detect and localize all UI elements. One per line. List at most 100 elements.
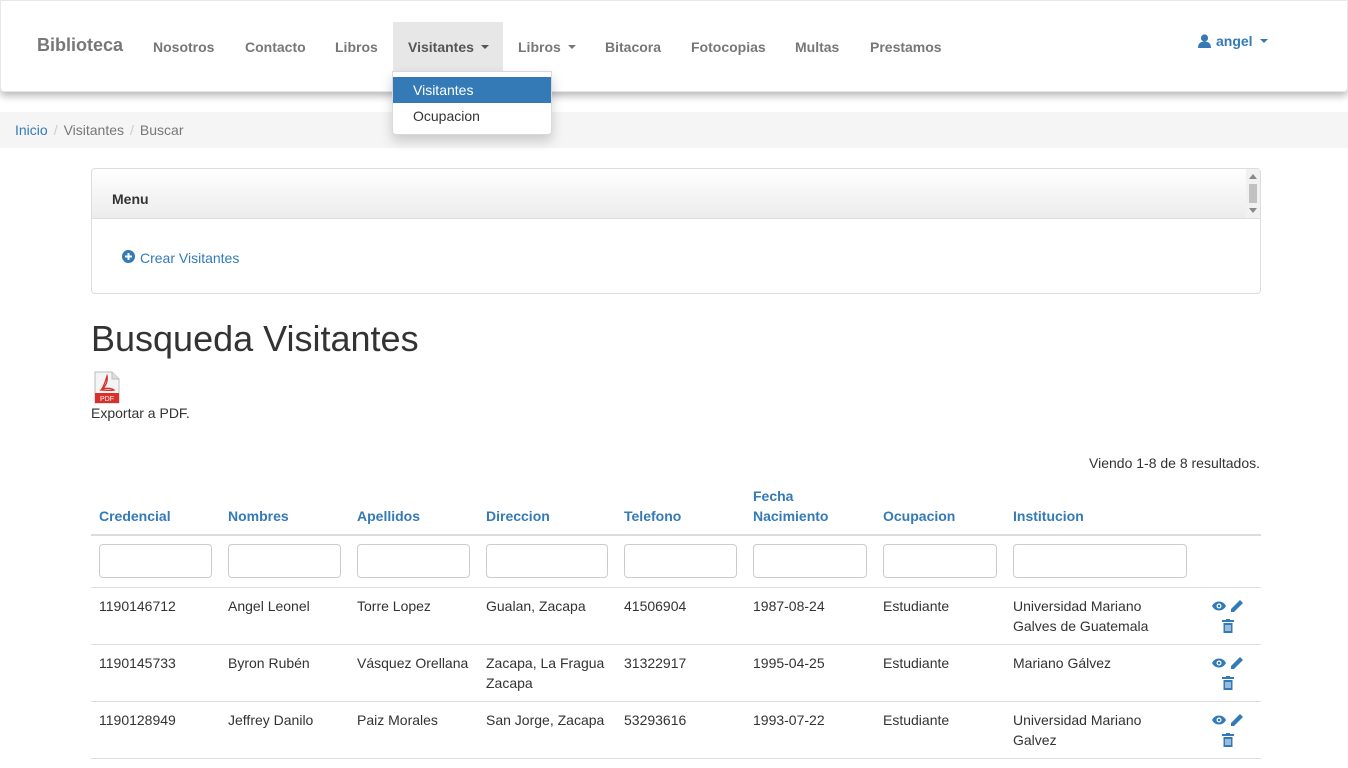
caret-down-icon xyxy=(480,45,489,49)
panel-heading: Menu xyxy=(92,169,1260,219)
cell-direccion: Zacapa, La Fragua Zacapa xyxy=(478,644,616,702)
view-eye-icon[interactable] xyxy=(1212,601,1226,611)
panel-body: Crear Visitantes xyxy=(92,219,1260,266)
cell-nombres: Byron Rubén xyxy=(220,644,349,702)
breadcrumb-separator: / xyxy=(53,122,58,138)
filter-fecha-nacimiento[interactable] xyxy=(753,544,867,579)
column-header-direccion[interactable]: Direccion xyxy=(478,478,616,536)
filter-apellidos[interactable] xyxy=(357,544,470,579)
cell-ocupacion: Estudiante xyxy=(875,701,1005,759)
cell-ocupacion: Estudiante xyxy=(875,644,1005,702)
cell-telefono: 53293616 xyxy=(616,701,745,759)
nav-multas[interactable]: Multas xyxy=(780,22,854,72)
filter-institucion[interactable] xyxy=(1013,544,1187,579)
export-pdf-label[interactable]: Exportar a PDF. xyxy=(91,405,190,421)
column-header-ocupacion[interactable]: Ocupacion xyxy=(875,478,1005,536)
nav-libros[interactable]: Libros xyxy=(320,22,393,72)
column-header-nombres[interactable]: Nombres xyxy=(220,478,349,536)
filter-row xyxy=(91,535,1261,588)
filter-credencial[interactable] xyxy=(99,544,212,579)
visitantes-dropdown-menu: Visitantes Ocupacion xyxy=(392,71,552,135)
dropdown-item-ocupacion[interactable]: Ocupacion xyxy=(393,103,551,129)
pdf-icon[interactable]: PDF xyxy=(94,371,120,407)
edit-pencil-icon[interactable] xyxy=(1230,599,1244,613)
nav-visitantes-label: Visitantes xyxy=(408,39,474,55)
dropdown-item-visitantes[interactable]: Visitantes xyxy=(393,77,551,103)
navbar: Biblioteca Nosotros Contacto Libros Visi… xyxy=(0,0,1348,92)
cell-apellidos: Torre Lopez xyxy=(349,587,478,645)
view-eye-icon[interactable] xyxy=(1212,715,1226,725)
user-icon xyxy=(1198,34,1211,48)
delete-trash-icon[interactable] xyxy=(1222,618,1234,633)
cell-fecha-nacimiento: 1993-07-22 xyxy=(745,701,875,759)
filter-nombres[interactable] xyxy=(228,544,341,579)
row-actions xyxy=(1195,701,1261,759)
scroll-down-icon[interactable] xyxy=(1249,208,1257,213)
create-visitantes-label: Crear Visitantes xyxy=(140,250,240,266)
column-header-credencial[interactable]: Credencial xyxy=(91,478,220,536)
filter-telefono[interactable] xyxy=(624,544,737,579)
caret-down-icon xyxy=(567,45,576,49)
cell-institucion: Mariano Gálvez xyxy=(1005,644,1195,702)
pdf-icon-text: PDF xyxy=(100,396,114,403)
cell-apellidos: Vásquez Orellana xyxy=(349,644,478,702)
table-row: 1190145733 Byron Rubén Vásquez Orellana … xyxy=(91,644,1261,702)
cell-credencial: 1190146712 xyxy=(91,587,220,645)
scroll-thumb[interactable] xyxy=(1249,184,1257,203)
delete-trash-icon[interactable] xyxy=(1222,675,1234,690)
breadcrumb-visitantes[interactable]: Visitantes xyxy=(64,122,124,138)
nav-bitacora[interactable]: Bitacora xyxy=(590,22,676,72)
nav-nosotros[interactable]: Nosotros xyxy=(138,22,229,72)
cell-direccion: San Jorge, Zacapa xyxy=(478,701,616,759)
column-header-actions xyxy=(1195,478,1261,536)
table-row: 1190128949 Jeffrey Danilo Paiz Morales S… xyxy=(91,701,1261,759)
cell-telefono: 41506904 xyxy=(616,587,745,645)
breadcrumb-inicio[interactable]: Inicio xyxy=(15,122,48,138)
row-actions xyxy=(1195,644,1261,702)
column-header-fecha-nacimiento[interactable]: Fecha Nacimiento xyxy=(745,478,875,536)
breadcrumb-current: Buscar xyxy=(139,122,184,138)
cell-fecha-nacimiento: 1995-04-25 xyxy=(745,644,875,702)
nav-libros-dropdown-label: Libros xyxy=(518,39,561,55)
scroll-up-icon[interactable] xyxy=(1249,174,1257,179)
breadcrumb: Inicio / Visitantes / Buscar xyxy=(0,112,1348,148)
panel-scrollbar[interactable] xyxy=(1246,169,1260,218)
cell-credencial: 1190128949 xyxy=(91,701,220,759)
nav-prestamos[interactable]: Prestamos xyxy=(855,22,957,72)
user-menu[interactable]: angel xyxy=(1198,33,1268,49)
cell-direccion: Gualan, Zacapa xyxy=(478,587,616,645)
brand-logo[interactable]: Biblioteca xyxy=(37,35,123,56)
menu-panel: Menu Crear Visitantes xyxy=(91,168,1261,294)
row-actions xyxy=(1195,587,1261,645)
delete-trash-icon[interactable] xyxy=(1222,732,1234,747)
visitantes-table: Credencial Nombres Apellidos Direccion T… xyxy=(91,478,1261,759)
results-summary: Viendo 1-8 de 8 resultados. xyxy=(1089,455,1260,471)
edit-pencil-icon[interactable] xyxy=(1230,656,1244,670)
create-visitantes-link[interactable]: Crear Visitantes xyxy=(122,250,239,266)
filter-direccion[interactable] xyxy=(486,544,608,579)
cell-credencial: 1190145733 xyxy=(91,644,220,702)
cell-telefono: 31322917 xyxy=(616,644,745,702)
plus-circle-icon xyxy=(122,250,135,266)
cell-nombres: Angel Leonel xyxy=(220,587,349,645)
user-name: angel xyxy=(1216,33,1253,49)
table-row: 1190146712 Angel Leonel Torre Lopez Gual… xyxy=(91,587,1261,645)
table-header-row: Credencial Nombres Apellidos Direccion T… xyxy=(91,478,1261,536)
cell-nombres: Jeffrey Danilo xyxy=(220,701,349,759)
cell-apellidos: Paiz Morales xyxy=(349,701,478,759)
page-title: Busqueda Visitantes xyxy=(91,318,419,359)
cell-fecha-nacimiento: 1987-08-24 xyxy=(745,587,875,645)
cell-ocupacion: Estudiante xyxy=(875,587,1005,645)
nav-fotocopias[interactable]: Fotocopias xyxy=(676,22,781,72)
column-header-institucion[interactable]: Institucion xyxy=(1005,478,1195,536)
edit-pencil-icon[interactable] xyxy=(1230,713,1244,727)
nav-libros-dropdown[interactable]: Libros xyxy=(503,22,591,72)
nav-contacto[interactable]: Contacto xyxy=(230,22,321,72)
nav-visitantes-dropdown[interactable]: Visitantes xyxy=(393,22,503,72)
view-eye-icon[interactable] xyxy=(1212,658,1226,668)
cell-institucion: Universidad Mariano Galves de Guatemala xyxy=(1005,587,1195,645)
cell-institucion: Universidad Mariano Galvez xyxy=(1005,701,1195,759)
filter-ocupacion[interactable] xyxy=(883,544,997,579)
column-header-apellidos[interactable]: Apellidos xyxy=(349,478,478,536)
column-header-telefono[interactable]: Telefono xyxy=(616,478,745,536)
